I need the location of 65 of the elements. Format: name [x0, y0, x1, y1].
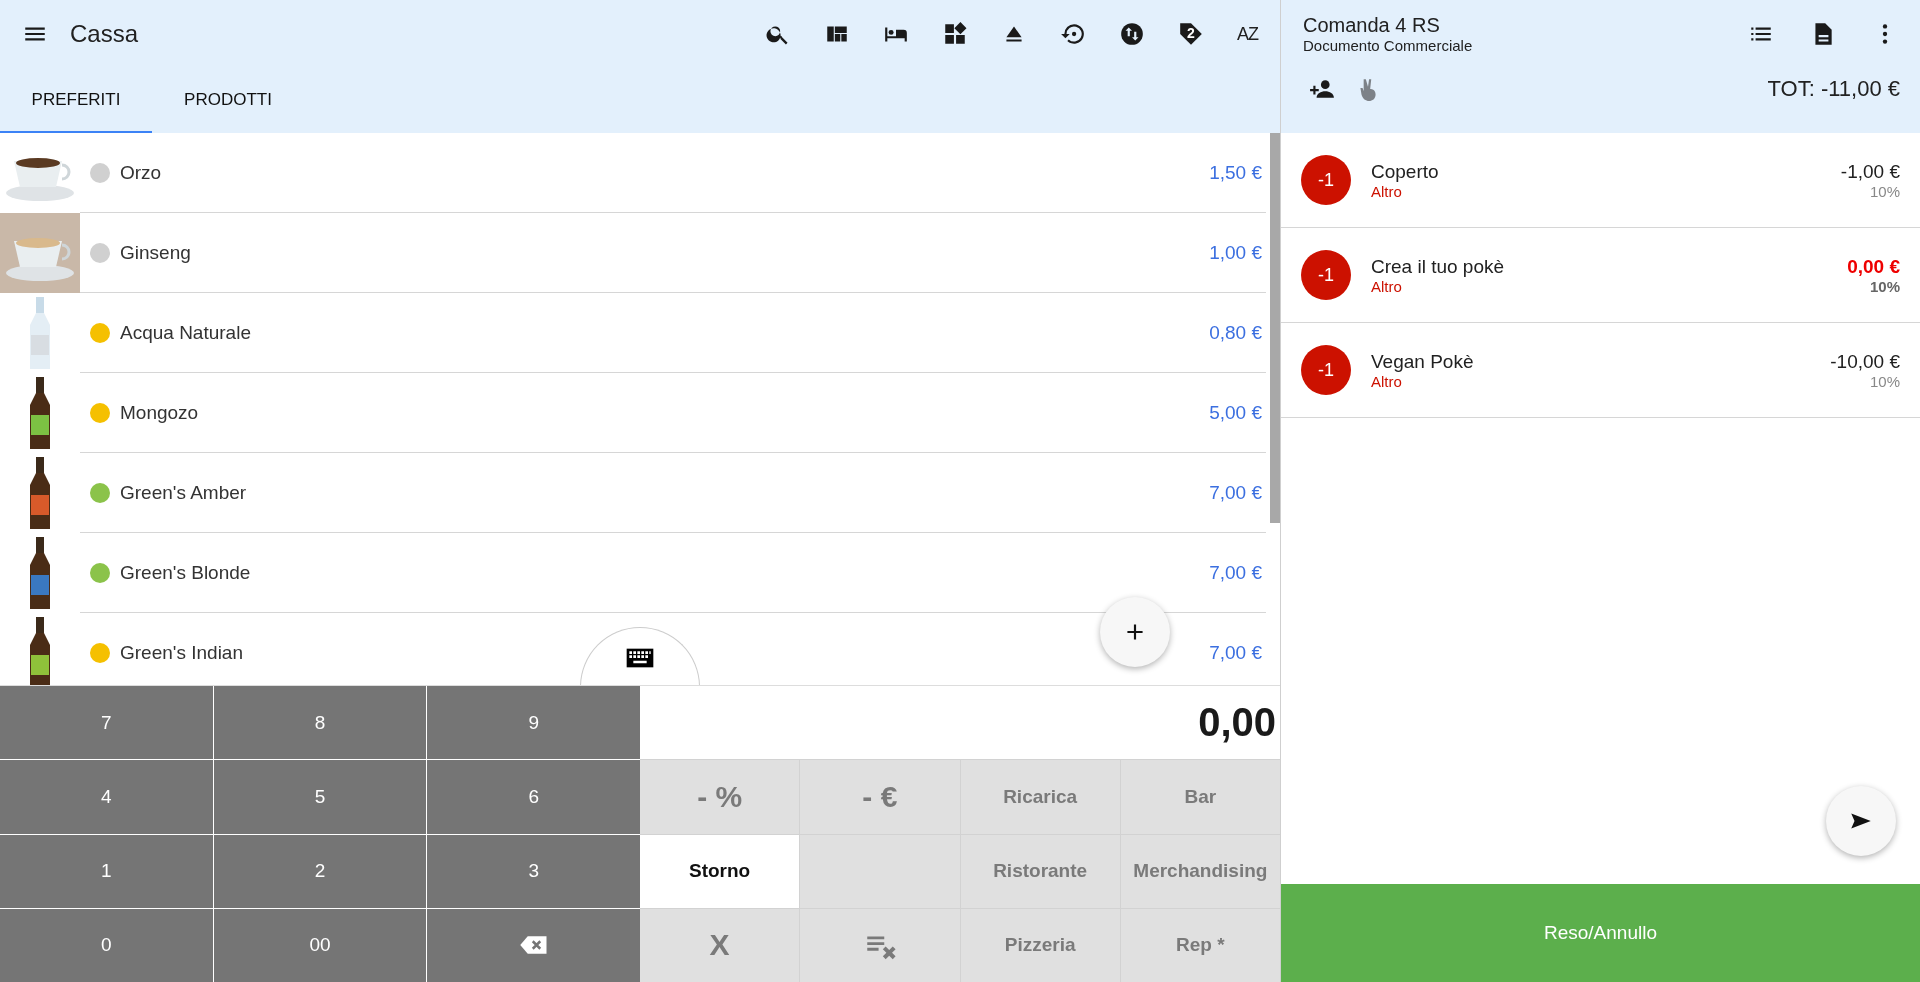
widgets-icon[interactable] [942, 21, 968, 47]
function-key[interactable]: - € [800, 760, 960, 834]
product-price: 7,00 € [1209, 641, 1262, 664]
item-price: -10,00 € [1830, 350, 1900, 373]
item-vat: 10% [1869, 182, 1900, 200]
order-subtitle: Documento Commerciale [1303, 37, 1474, 54]
key-button[interactable]: 0 [0, 908, 213, 982]
backspace-button[interactable] [427, 908, 640, 982]
quantity-badge: -1 [1301, 345, 1351, 395]
key-button[interactable]: 7 [0, 686, 213, 760]
item-price: -1,00 € [1840, 160, 1900, 183]
swap-icon[interactable] [1119, 21, 1145, 47]
amount-display: 0,00 [640, 686, 1280, 760]
product-price: 7,00 € [1209, 561, 1262, 584]
product-name[interactable]: Mongozo [120, 401, 199, 424]
key-button[interactable]: 5 [213, 760, 427, 834]
key-button[interactable]: 4 [0, 760, 213, 834]
send-button[interactable] [1826, 786, 1896, 856]
department-button[interactable]: Rep * [1120, 908, 1280, 982]
item-name[interactable]: Coperto [1371, 160, 1841, 183]
product-name[interactable]: Orzo [120, 161, 162, 184]
item-category: Altro [1371, 182, 1403, 200]
department-button[interactable]: Ricarica [960, 760, 1120, 834]
return-button[interactable]: Reso/Annullo [1281, 884, 1920, 982]
product-price: 7,00 € [1209, 481, 1262, 504]
key-button[interactable]: 1 [0, 834, 213, 908]
key-button[interactable]: 3 [427, 834, 640, 908]
product-name[interactable]: Green's Amber [120, 481, 247, 504]
item-category: Altro [1371, 277, 1403, 295]
product-name[interactable]: Green's Blonde [120, 561, 251, 584]
key-button[interactable]: 9 [427, 686, 640, 760]
function-key[interactable]: X [640, 908, 800, 982]
restore-icon[interactable] [1060, 21, 1086, 47]
order-total: TOT: -11,00 € [1767, 76, 1900, 102]
product-price: 1,00 € [1209, 241, 1262, 264]
quantity-badge: -1 [1301, 155, 1351, 205]
product-price: 5,00 € [1209, 401, 1262, 424]
department-button[interactable]: Pizzeria [960, 908, 1120, 982]
item-price: 0,00 € [1847, 255, 1900, 278]
item-vat: 10% [1869, 277, 1900, 295]
app-title: Cassa [70, 20, 139, 48]
key-button[interactable]: 2 [213, 834, 427, 908]
product-name[interactable]: Acqua Naturale [120, 321, 251, 344]
key-button[interactable]: 8 [213, 686, 427, 760]
department-button[interactable]: Merchandising [1120, 834, 1280, 908]
item-vat: 10% [1869, 372, 1900, 390]
item-category: Altro [1371, 372, 1403, 390]
department-button[interactable]: Storno [640, 834, 800, 908]
key-button[interactable]: 6 [427, 760, 640, 834]
department-button[interactable]: Ristorante [960, 834, 1120, 908]
product-price: 0,80 € [1209, 321, 1262, 344]
item-name[interactable]: Crea il tuo pokè [1371, 255, 1848, 278]
tag-icon[interactable]: 2 [1178, 21, 1204, 47]
tab[interactable]: PRODOTTI [152, 68, 304, 133]
product-price: 1,50 € [1209, 161, 1262, 184]
department-button[interactable]: Bar [1120, 760, 1280, 834]
product-name[interactable]: Ginseng [120, 241, 191, 264]
key-button[interactable]: 00 [213, 908, 427, 982]
product-name[interactable]: Green's Indian [120, 641, 243, 664]
order-title: Comanda 4 RS [1303, 14, 1441, 37]
item-name[interactable]: Vegan Pokè [1371, 350, 1831, 373]
scrollbar-thumb[interactable] [1270, 133, 1280, 523]
sort-button[interactable]: AZ [1237, 23, 1258, 45]
quantity-badge: -1 [1301, 250, 1351, 300]
function-key[interactable]: - % [640, 760, 800, 834]
